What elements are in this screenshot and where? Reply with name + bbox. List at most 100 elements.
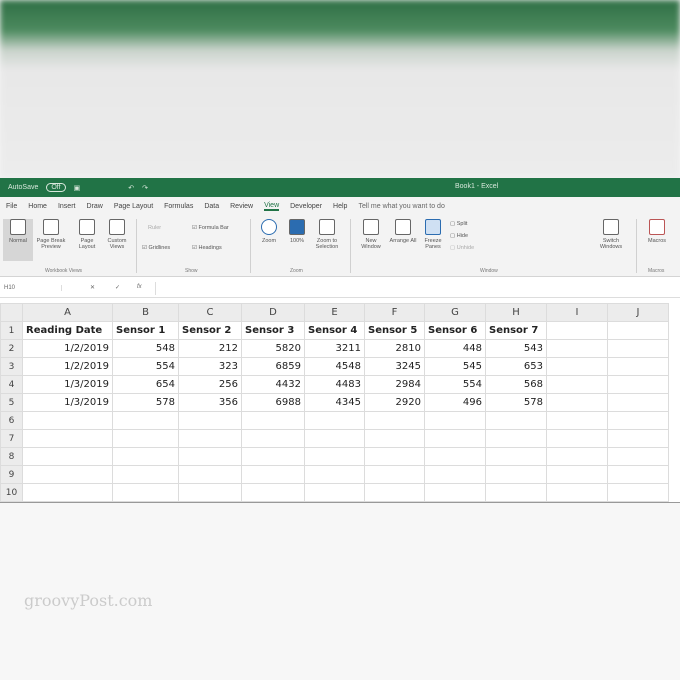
cell[interactable] (485, 429, 547, 448)
tab-page-layout[interactable]: Page Layout (114, 203, 153, 210)
cell[interactable]: 2984 (364, 375, 425, 394)
cell[interactable] (304, 429, 365, 448)
page-layout-button[interactable]: Page Layout (72, 219, 102, 250)
cell[interactable]: 654 (112, 375, 179, 394)
column-header[interactable]: A (22, 303, 113, 322)
headings-checkbox[interactable]: ☑ Headings (192, 245, 222, 251)
tab-formulas[interactable]: Formulas (164, 203, 193, 210)
new-window-button[interactable]: New Window (356, 219, 386, 250)
cell[interactable]: 2920 (364, 393, 425, 412)
cell[interactable] (112, 411, 179, 430)
page-break-preview-button[interactable]: Page Break Preview (36, 219, 66, 250)
cell[interactable] (304, 483, 365, 502)
cell[interactable] (22, 465, 113, 484)
cell[interactable]: Sensor 2 (178, 321, 242, 340)
cell[interactable] (241, 411, 305, 430)
cell[interactable]: 1/2/2019 (22, 357, 113, 376)
macros-button[interactable]: Macros (642, 219, 672, 244)
cell[interactable]: 212 (178, 339, 242, 358)
cell[interactable] (22, 411, 113, 430)
cell[interactable] (304, 411, 365, 430)
cell[interactable] (546, 483, 608, 502)
custom-views-button[interactable]: Custom Views (102, 219, 132, 250)
row-header[interactable]: 9 (0, 465, 23, 484)
cell[interactable]: 356 (178, 393, 242, 412)
fx-icon[interactable]: fx (137, 284, 142, 290)
row-header[interactable]: 10 (0, 483, 23, 502)
column-header[interactable]: F (364, 303, 425, 322)
cell[interactable] (241, 429, 305, 448)
redo-icon[interactable]: ↷ (142, 184, 148, 192)
cell[interactable]: 6988 (241, 393, 305, 412)
cell[interactable] (364, 429, 425, 448)
tab-help[interactable]: Help (333, 203, 347, 210)
cell[interactable]: Sensor 6 (424, 321, 486, 340)
cell[interactable] (546, 375, 608, 394)
cell[interactable] (607, 357, 669, 376)
zoom-button[interactable]: Zoom (254, 219, 284, 244)
column-header[interactable]: E (304, 303, 365, 322)
cell[interactable]: 496 (424, 393, 486, 412)
cell[interactable]: 545 (424, 357, 486, 376)
cell[interactable]: 448 (424, 339, 486, 358)
cell[interactable]: 323 (178, 357, 242, 376)
cell[interactable] (22, 447, 113, 466)
cell[interactable]: 543 (485, 339, 547, 358)
cell[interactable] (178, 447, 242, 466)
cell[interactable] (364, 483, 425, 502)
cell[interactable]: Sensor 1 (112, 321, 179, 340)
cell[interactable] (364, 447, 425, 466)
cell[interactable] (241, 483, 305, 502)
hide-button[interactable]: ▢ Hide (450, 233, 468, 239)
zoom-100-button[interactable]: 100% (282, 219, 312, 244)
cell[interactable] (607, 465, 669, 484)
column-header[interactable]: B (112, 303, 179, 322)
cell[interactable] (424, 447, 486, 466)
tab-developer[interactable]: Developer (290, 203, 322, 210)
cell[interactable]: 2810 (364, 339, 425, 358)
cell[interactable]: 1/3/2019 (22, 393, 113, 412)
cell[interactable]: 3211 (304, 339, 365, 358)
column-header[interactable]: D (241, 303, 305, 322)
cell[interactable]: 548 (112, 339, 179, 358)
cell[interactable] (546, 429, 608, 448)
cell[interactable] (424, 411, 486, 430)
zoom-to-selection-button[interactable]: Zoom to Selection (312, 219, 342, 250)
cell[interactable] (607, 447, 669, 466)
tab-file[interactable]: File (6, 203, 17, 210)
tab-view[interactable]: View (264, 202, 280, 211)
cell[interactable] (607, 429, 669, 448)
cancel-icon[interactable]: ✕ (90, 284, 95, 291)
cell[interactable] (546, 339, 608, 358)
cell[interactable] (546, 357, 608, 376)
cell[interactable] (112, 429, 179, 448)
cell[interactable]: 1/2/2019 (22, 339, 113, 358)
row-header[interactable]: 7 (0, 429, 23, 448)
formula-input[interactable] (155, 282, 675, 295)
cell[interactable] (241, 447, 305, 466)
cell[interactable] (607, 375, 669, 394)
cell[interactable] (112, 465, 179, 484)
tab-insert[interactable]: Insert (58, 203, 76, 210)
tab-tell-me-what-you-want-to-do[interactable]: Tell me what you want to do (358, 203, 444, 210)
column-header[interactable]: C (178, 303, 242, 322)
cell[interactable] (22, 429, 113, 448)
tab-draw[interactable]: Draw (86, 203, 102, 210)
row-header[interactable]: 1 (0, 321, 23, 340)
cell[interactable]: 578 (112, 393, 179, 412)
cell[interactable]: 578 (485, 393, 547, 412)
cell[interactable]: 568 (485, 375, 547, 394)
cell[interactable]: Sensor 3 (241, 321, 305, 340)
cell[interactable] (546, 465, 608, 484)
cell[interactable] (178, 483, 242, 502)
select-all-corner[interactable] (0, 303, 23, 322)
gridlines-checkbox[interactable]: ☑ Gridlines (142, 245, 170, 251)
cell[interactable] (424, 429, 486, 448)
cell[interactable]: Sensor 7 (485, 321, 547, 340)
arrange-all-button[interactable]: Arrange All (388, 219, 418, 244)
cell[interactable] (112, 447, 179, 466)
save-icon[interactable]: ▣ (74, 184, 81, 192)
row-header[interactable]: 6 (0, 411, 23, 430)
cell[interactable] (485, 447, 547, 466)
column-header[interactable]: H (485, 303, 547, 322)
